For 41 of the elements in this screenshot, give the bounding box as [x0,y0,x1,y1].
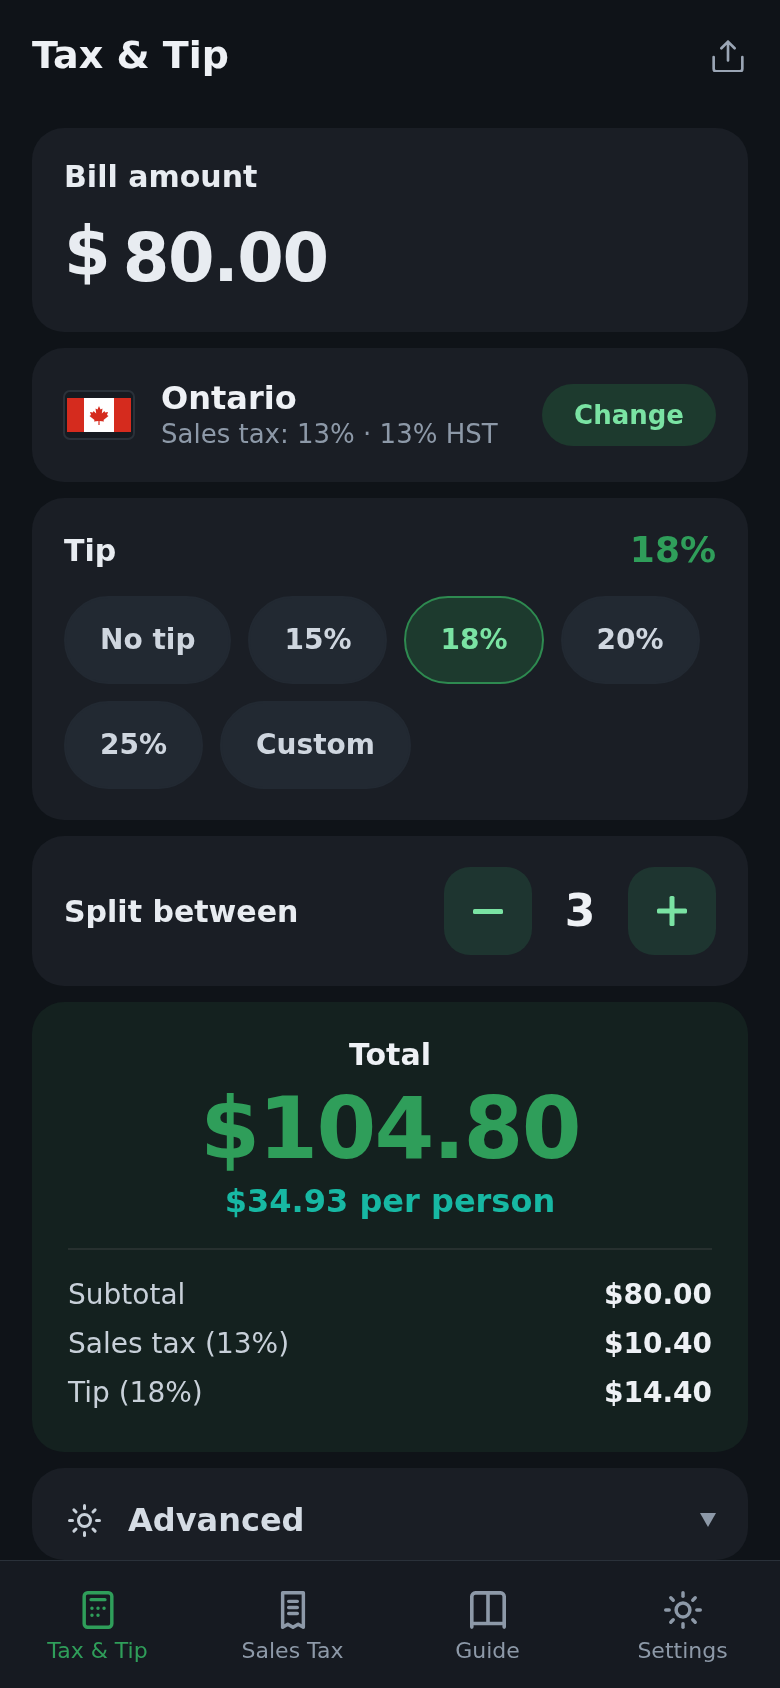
section-label: Tip [64,531,117,570]
currency-symbol: $ [64,219,111,286]
breakdown-value: $14.40 [603,1374,712,1411]
region-name: Ontario [161,379,297,417]
change-button[interactable]: Change [542,384,716,446]
advanced-toggle[interactable]: Advanced [32,1468,748,1560]
page-title: Tax & Tip [32,32,229,80]
minus-icon [473,908,503,914]
tab-item[interactable]: Settings [585,1561,780,1688]
section-label: Split between [64,892,299,931]
split-count: 3 [563,884,597,938]
breakdown-label: Subtotal [68,1276,186,1313]
per-person-amount: $34.93 per person [224,1185,556,1217]
tip-option[interactable]: No tip [64,596,232,684]
tab-item[interactable]: Sales Tax [195,1561,390,1688]
amount-input[interactable]: 80.00 [122,219,328,297]
tip-percent: 18% [629,528,716,572]
breakdown-label: Tip (18%) [68,1374,203,1411]
tip-option[interactable]: 18% [404,596,544,684]
tip-option[interactable]: 25% [64,701,204,789]
plus-icon [657,896,687,926]
breakdown-value: $80.00 [603,1276,712,1313]
tab-item[interactable]: Tax & Tip [0,1561,195,1688]
book-icon [469,1591,506,1629]
tip-option[interactable]: 20% [560,596,700,684]
tax-detail: Sales tax: 13% · 13% HST [161,418,498,451]
flag-icon [63,390,135,440]
tip-option[interactable]: Custom [220,701,411,789]
share-icon [712,40,744,72]
tip-option[interactable]: 15% [248,596,388,684]
receipt-icon [278,1591,307,1629]
sun-icon [68,1503,101,1537]
sun-icon [663,1591,702,1629]
total-label: Total [349,1037,431,1073]
tab-item[interactable]: Guide [390,1561,585,1688]
breakdown-value: $10.40 [603,1325,712,1362]
increment-button[interactable] [628,867,716,955]
total-amount: $104.80 [200,1085,580,1171]
breakdown-label: Sales tax (13%) [68,1325,290,1362]
field-label: Bill amount [64,160,258,194]
calculator-icon [81,1591,114,1629]
